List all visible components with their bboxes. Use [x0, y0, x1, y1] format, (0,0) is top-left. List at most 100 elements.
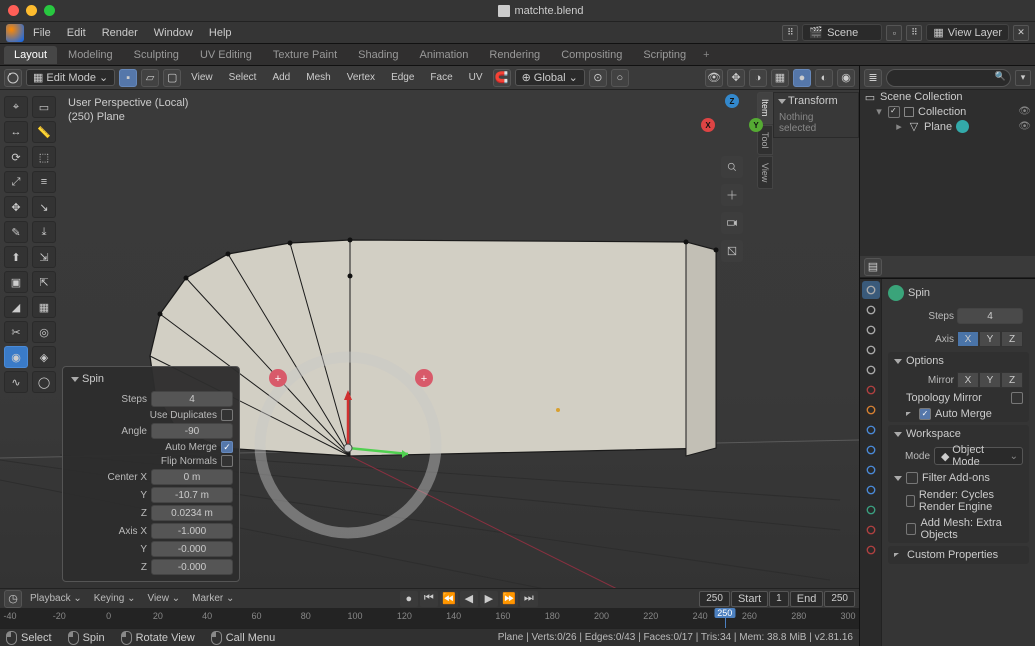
workspace-tab-sculpting[interactable]: Sculpting: [124, 46, 189, 64]
orientation-gizmo[interactable]: Z X Y: [705, 96, 759, 150]
xray-toggle-icon[interactable]: ▦: [771, 69, 789, 87]
property-tab-scene[interactable]: [862, 361, 880, 379]
loop-cut-tool[interactable]: ≡: [32, 171, 56, 193]
menu-window[interactable]: Window: [147, 25, 200, 41]
shading-rendered-icon[interactable]: ◉: [837, 69, 855, 87]
property-tab-world[interactable]: [862, 381, 880, 399]
select-face-icon[interactable]: ▢: [163, 69, 181, 87]
property-tab-modifier[interactable]: [862, 421, 880, 439]
outliner-editor-selector[interactable]: ≣: [864, 69, 882, 87]
property-tab-viewlayer[interactable]: [862, 341, 880, 359]
end-frame-field[interactable]: 250: [824, 591, 855, 607]
jump-last-icon[interactable]: ⏭: [520, 591, 538, 607]
zoom-icon[interactable]: [721, 156, 743, 178]
layer-delete-button[interactable]: ✕: [1013, 25, 1029, 41]
autokey-icon[interactable]: ●: [400, 591, 418, 607]
numeric-field[interactable]: 0 m: [151, 469, 233, 485]
outliner-tree[interactable]: ▭ Scene Collection ▾ Collection 👁 ▸ ▽ Pl…: [860, 90, 1035, 256]
zoom-window-button[interactable]: [44, 5, 55, 16]
scale-tool[interactable]: ⤢: [4, 171, 28, 193]
viewlayer-name-field[interactable]: ▦ View Layer: [926, 24, 1009, 41]
topology-mirror-checkbox[interactable]: [1011, 392, 1023, 404]
rip-tool[interactable]: ⇱: [32, 271, 56, 293]
property-tab-mesh[interactable]: [862, 501, 880, 519]
bevel-tool[interactable]: ◢: [4, 296, 28, 318]
property-tab-particle[interactable]: [862, 441, 880, 459]
workspace-tab-shading[interactable]: Shading: [348, 46, 408, 64]
editor-type-selector[interactable]: [4, 69, 22, 87]
steps-field[interactable]: 4: [957, 308, 1023, 324]
menu-file[interactable]: File: [26, 25, 58, 41]
scene-new-button[interactable]: ▫: [886, 25, 902, 41]
viewport-menu-mesh[interactable]: Mesh: [300, 71, 336, 84]
exclude-checkbox[interactable]: [888, 106, 900, 118]
start-frame-field[interactable]: 1: [769, 591, 789, 607]
timeline-editor-selector[interactable]: ◷: [4, 590, 22, 608]
shrink-tool[interactable]: ⤓: [32, 221, 56, 243]
frame-extra-field[interactable]: 250: [699, 591, 730, 607]
outliner-search-field[interactable]: [886, 69, 1011, 87]
property-tab-tool[interactable]: [862, 281, 880, 299]
filter-addons-header[interactable]: Filter Add-ons: [888, 469, 1029, 487]
menu-help[interactable]: Help: [202, 25, 239, 41]
viewport-menu-uv[interactable]: UV: [463, 71, 489, 84]
outliner-filter-icon[interactable]: ▾: [1015, 70, 1031, 86]
edge-slide-tool[interactable]: ↘: [32, 196, 56, 218]
property-tab-physics[interactable]: [862, 461, 880, 479]
property-tab-object[interactable]: [862, 401, 880, 419]
timeline-menu-marker[interactable]: Marker ⌄: [188, 592, 238, 605]
workspace-tab-compositing[interactable]: Compositing: [551, 46, 632, 64]
to-sphere-tool[interactable]: ◯: [32, 371, 56, 393]
viewport-menu-select[interactable]: Select: [223, 71, 263, 84]
options-header[interactable]: Options: [888, 352, 1029, 370]
spin-dup-tool[interactable]: ◎: [32, 321, 56, 343]
layer-browse-icon[interactable]: ⠿: [906, 25, 922, 41]
property-tab-render[interactable]: [862, 301, 880, 319]
visibility-icon[interactable]: 👁: [705, 69, 723, 87]
perspective-toggle-icon[interactable]: [721, 240, 743, 262]
deform-tool[interactable]: ◈: [32, 346, 56, 368]
checkbox[interactable]: [221, 441, 233, 453]
spin-tool[interactable]: ◉: [4, 346, 28, 368]
step-back-icon[interactable]: ⏪: [440, 591, 458, 607]
transform-orientation[interactable]: ⊕ Global ⌄: [515, 69, 585, 86]
mirror-z-button[interactable]: Z: [1001, 372, 1023, 388]
property-tab-output[interactable]: [862, 321, 880, 339]
auto-merge-checkbox[interactable]: [919, 408, 931, 420]
axis-x-button[interactable]: X: [957, 331, 979, 347]
checkbox[interactable]: [221, 409, 233, 421]
visibility-icon[interactable]: 👁: [1018, 106, 1031, 117]
property-tab-material[interactable]: [862, 521, 880, 539]
scene-name-field[interactable]: 🎬 Scene: [802, 24, 882, 41]
proportional-edit-icon[interactable]: ○: [611, 69, 629, 87]
workspace-tab-uv-editing[interactable]: UV Editing: [190, 46, 262, 64]
property-tab-texture[interactable]: [862, 541, 880, 559]
workspace-mode-dropdown[interactable]: ◆ Object Mode: [934, 447, 1023, 465]
gizmo-toggle-icon[interactable]: ✥: [727, 69, 745, 87]
smooth-tool[interactable]: ∿: [4, 371, 28, 393]
checkbox[interactable]: [221, 455, 233, 467]
shear-tool[interactable]: ⇲: [32, 246, 56, 268]
menu-render[interactable]: Render: [95, 25, 145, 41]
close-window-button[interactable]: [8, 5, 19, 16]
workspace-header[interactable]: Workspace: [888, 425, 1029, 443]
poly-build-tool[interactable]: ▦: [32, 296, 56, 318]
mirror-y-button[interactable]: Y: [979, 372, 1001, 388]
numeric-field[interactable]: -1.000: [151, 523, 233, 539]
select-edge-icon[interactable]: ▱: [141, 69, 159, 87]
overlay-toggle-icon[interactable]: ◑: [749, 69, 767, 87]
play-reverse-icon[interactable]: ◀: [460, 591, 478, 607]
workspace-add-button[interactable]: +: [697, 47, 715, 63]
mode-selector[interactable]: ▦ Edit Mode ⌄: [26, 69, 115, 86]
numeric-field[interactable]: 4: [151, 391, 233, 407]
filter-addons-checkbox[interactable]: [906, 472, 918, 484]
viewport-menu-view[interactable]: View: [185, 71, 219, 84]
outliner-collection[interactable]: ▾ Collection 👁: [860, 104, 1035, 119]
select-vertex-icon[interactable]: ▪: [119, 69, 137, 87]
jump-first-icon[interactable]: ⏮: [420, 591, 438, 607]
cursor-tool[interactable]: ⌖: [4, 96, 28, 118]
outliner-item-plane[interactable]: ▸ ▽ Plane 👁: [860, 119, 1035, 134]
viewport-menu-face[interactable]: Face: [424, 71, 458, 84]
timeline-menu-keying[interactable]: Keying ⌄: [90, 592, 140, 605]
blender-logo-icon[interactable]: [6, 24, 24, 42]
